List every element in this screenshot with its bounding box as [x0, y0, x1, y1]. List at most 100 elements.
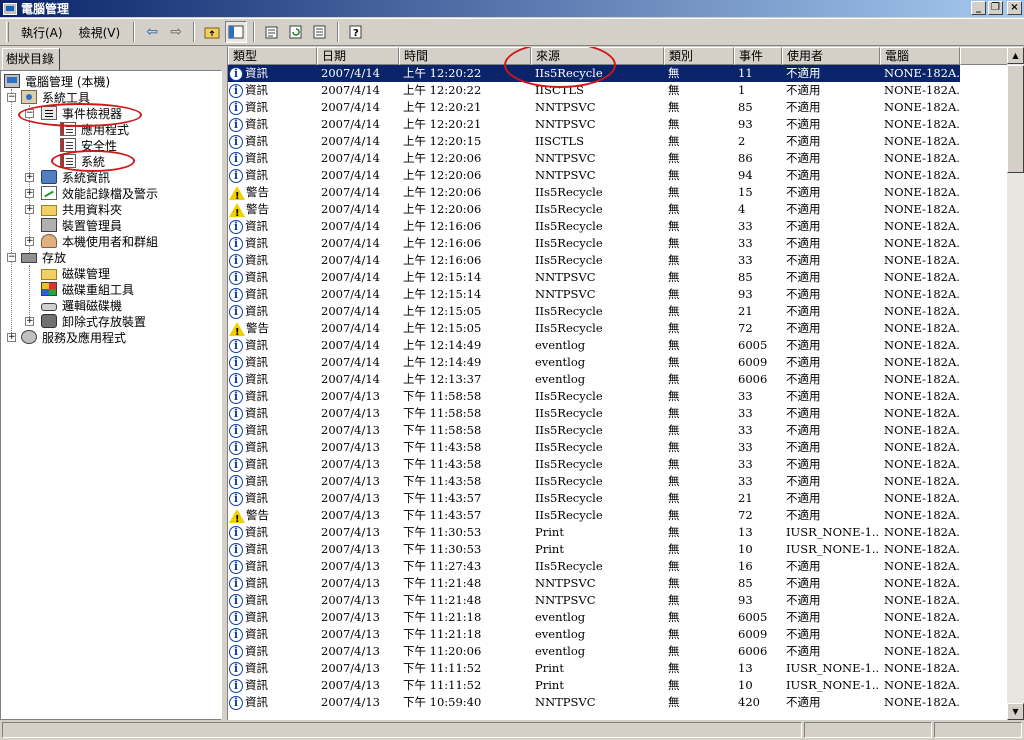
tree-item-local-users-groups[interactable]: 本機使用者和群組: [41, 233, 160, 249]
tree-item-storage[interactable]: 存放: [21, 249, 68, 265]
event-row[interactable]: i 資訊 2007/4/14 上午 12:15:14 NNTPSVC 無 93 不適用 NONE…: [228, 286, 1007, 303]
up-folder-icon[interactable]: [201, 21, 223, 43]
row-type-cell: i 資訊: [228, 354, 317, 371]
scroll-down-icon[interactable]: ▼: [1007, 703, 1024, 720]
event-row[interactable]: i 資訊 2007/4/13 下午 10:59:40 NNTPSVC 無 420 不適用 NON…: [228, 694, 1007, 711]
menu-action[interactable]: 執行(A): [13, 21, 71, 44]
event-row[interactable]: i 資訊 2007/4/13 下午 11:27:43 IIs5Recycle 無 16 不適用…: [228, 558, 1007, 575]
event-row[interactable]: i 資訊 2007/4/14 上午 12:20:06 NNTPSVC 無 86 不適用 NONE…: [228, 150, 1007, 167]
vertical-scrollbar[interactable]: ▲ ▼: [1007, 47, 1024, 720]
expand-system-info[interactable]: +: [25, 173, 34, 182]
row-type: 警告: [246, 321, 269, 335]
event-row[interactable]: i 資訊 2007/4/13 下午 11:11:52 Print 無 13 IUSR_NONE…: [228, 660, 1007, 677]
event-row[interactable]: i 資訊 2007/4/13 下午 11:43:58 IIs5Recycle 無 33 不適用…: [228, 439, 1007, 456]
event-row[interactable]: i 資訊 2007/4/14 上午 12:20:22 IISCTLS 無 1 不適用 NONE-…: [228, 82, 1007, 99]
event-row[interactable]: i 資訊 2007/4/13 下午 11:58:58 IIs5Recycle 無 33 不適用…: [228, 422, 1007, 439]
event-row[interactable]: 警告 2007/4/14 上午 12:20:06 IIs5Recycle 無 15 不適用 N…: [228, 184, 1007, 201]
tree-item-services-applications[interactable]: 服務及應用程式: [21, 329, 128, 345]
tree-item-shared-folders[interactable]: 共用資料夾: [41, 201, 124, 217]
event-row[interactable]: i 資訊 2007/4/14 上午 12:16:06 IIs5Recycle 無 33 不適用…: [228, 235, 1007, 252]
tree-item-event-viewer[interactable]: 事件檢視器: [41, 105, 124, 121]
column-header-computer[interactable]: 電腦: [880, 47, 960, 65]
event-row[interactable]: i 資訊 2007/4/13 下午 11:21:48 NNTPSVC 無 85 不適用 NONE…: [228, 575, 1007, 592]
collapse-event-viewer[interactable]: −: [25, 109, 34, 118]
tree-item-disk-defragmenter[interactable]: 磁碟重組工具: [41, 281, 136, 297]
tree-item-label: 系統: [79, 152, 108, 170]
row-time: 下午 11:43:57: [403, 508, 482, 522]
event-row[interactable]: i 資訊 2007/4/13 下午 11:21:18 eventlog 無 6005 不適用 N…: [228, 609, 1007, 626]
row-type-cell: i 資訊: [228, 643, 317, 660]
status-panel: [804, 722, 932, 738]
event-row[interactable]: 警告 2007/4/14 上午 12:15:05 IIs5Recycle 無 72 不適用 N…: [228, 320, 1007, 337]
row-category: 無: [668, 542, 680, 556]
event-row[interactable]: i 資訊 2007/4/13 下午 11:30:53 Print 無 13 IUSR_NONE…: [228, 524, 1007, 541]
tree-item-logical-drives[interactable]: 邏輯磁碟機: [41, 297, 124, 313]
expand-removable-storage[interactable]: +: [25, 317, 34, 326]
row-event-id: 33: [738, 236, 753, 250]
event-row[interactable]: i 資訊 2007/4/13 下午 11:21:18 eventlog 無 6009 不適用 N…: [228, 626, 1007, 643]
tree-item-system-log[interactable]: 系統: [60, 152, 108, 170]
tree-item-computer-management[interactable]: 電腦管理 (本機): [4, 73, 112, 89]
expand-services-applications[interactable]: +: [7, 333, 16, 342]
expand-shared-folders[interactable]: +: [25, 205, 34, 214]
event-row[interactable]: i 資訊 2007/4/13 下午 11:30:53 Print 無 10 IUSR_NONE…: [228, 541, 1007, 558]
column-header-event[interactable]: 事件: [734, 47, 782, 65]
menu-view[interactable]: 檢視(V): [71, 21, 129, 44]
column-header-date[interactable]: 日期: [317, 47, 399, 65]
event-row[interactable]: i 資訊 2007/4/13 下午 11:58:58 IIs5Recycle 無 33 不適用…: [228, 405, 1007, 422]
column-header-type[interactable]: 類型: [228, 47, 317, 65]
export-list-icon[interactable]: [309, 21, 331, 43]
tree-item-device-manager[interactable]: 裝置管理員: [41, 217, 124, 233]
event-row[interactable]: i 資訊 2007/4/14 上午 12:16:06 IIs5Recycle 無 33 不適用…: [228, 218, 1007, 235]
event-row[interactable]: i 資訊 2007/4/14 上午 12:14:49 eventlog 無 6009 不適用 N…: [228, 354, 1007, 371]
event-row[interactable]: i 資訊 2007/4/14 上午 12:15:14 NNTPSVC 無 85 不適用 NONE…: [228, 269, 1007, 286]
help-icon[interactable]: ?: [345, 21, 367, 43]
scroll-up-icon[interactable]: ▲: [1007, 47, 1024, 64]
column-header-time[interactable]: 時間: [399, 47, 531, 65]
row-event-id: 72: [738, 508, 753, 522]
show-hide-tree-icon[interactable]: [225, 21, 248, 43]
event-row[interactable]: 警告 2007/4/14 上午 12:20:06 IIs5Recycle 無 4 不適用 NO…: [228, 201, 1007, 218]
event-row[interactable]: i 資訊 2007/4/14 上午 12:20:15 IISCTLS 無 2 不適用 NONE-…: [228, 133, 1007, 150]
event-row[interactable]: i 資訊 2007/4/14 上午 12:14:49 eventlog 無 6005 不適用 N…: [228, 337, 1007, 354]
collapse-storage[interactable]: −: [7, 253, 16, 262]
event-row[interactable]: i 資訊 2007/4/13 下午 11:20:06 eventlog 無 6006 不適用 N…: [228, 643, 1007, 660]
event-row[interactable]: i 資訊 2007/4/14 上午 12:13:37 eventlog 無 6006 不適用 N…: [228, 371, 1007, 388]
column-header-user[interactable]: 使用者: [782, 47, 880, 65]
event-row[interactable]: i 資訊 2007/4/13 下午 11:43:58 IIs5Recycle 無 33 不適用…: [228, 473, 1007, 490]
event-row[interactable]: i 資訊 2007/4/13 下午 11:21:48 NNTPSVC 無 93 不適用 NONE…: [228, 592, 1007, 609]
tree-item-security-log[interactable]: 安全性: [60, 137, 119, 153]
event-row[interactable]: i 資訊 2007/4/14 上午 12:16:06 IIs5Recycle 無 33 不適用…: [228, 252, 1007, 269]
event-row[interactable]: i 資訊 2007/4/13 下午 11:58:58 IIs5Recycle 無 33 不適用…: [228, 388, 1007, 405]
expand-users-groups[interactable]: +: [25, 237, 34, 246]
event-row[interactable]: i 資訊 2007/4/14 上午 12:20:21 NNTPSVC 無 85 不適用 NONE…: [228, 99, 1007, 116]
event-row[interactable]: i 資訊 2007/4/13 下午 11:11:52 Print 無 10 IUSR_NONE…: [228, 677, 1007, 694]
event-row[interactable]: i 資訊 2007/4/14 上午 12:15:05 IIs5Recycle 無 21 不適用…: [228, 303, 1007, 320]
scroll-thumb[interactable]: [1007, 65, 1024, 173]
event-row[interactable]: i 資訊 2007/4/13 下午 11:43:57 IIs5Recycle 無 21 不適用…: [228, 490, 1007, 507]
row-type-cell: i 資訊: [228, 677, 317, 694]
tab-tree[interactable]: 樹狀目錄: [2, 48, 60, 70]
event-row[interactable]: i 資訊 2007/4/13 下午 11:43:58 IIs5Recycle 無 33 不適用…: [228, 456, 1007, 473]
column-header-category[interactable]: 類別: [664, 47, 734, 65]
properties-icon[interactable]: [261, 21, 283, 43]
restore-button[interactable]: ❐: [988, 1, 1003, 15]
expand-performance-logs[interactable]: +: [25, 189, 34, 198]
tree-item-system-tools[interactable]: 系統工具: [21, 89, 92, 105]
tree-item-system-info[interactable]: 系統資訊: [41, 169, 112, 185]
tree-item-disk-management[interactable]: 磁碟管理: [41, 265, 112, 281]
back-arrow-icon[interactable]: ⇦: [141, 21, 163, 43]
event-row[interactable]: i 資訊 2007/4/14 上午 12:20:21 NNTPSVC 無 93 不適用 NONE…: [228, 116, 1007, 133]
refresh-icon[interactable]: [285, 21, 307, 43]
collapse-system-tools[interactable]: −: [7, 93, 16, 102]
tree-item-application-log[interactable]: 應用程式: [60, 121, 131, 137]
tree-item-removable-storage[interactable]: 卸除式存放裝置: [41, 313, 148, 329]
event-row[interactable]: i 資訊 2007/4/14 上午 12:20:06 NNTPSVC 無 94 不適用 NONE…: [228, 167, 1007, 184]
close-button[interactable]: ×: [1007, 1, 1022, 15]
minimize-button[interactable]: _: [971, 1, 986, 15]
column-header-source[interactable]: 來源: [531, 47, 664, 65]
event-row[interactable]: i 資訊 2007/4/14 上午 12:20:22 IIs5Recycle 無 11 不適用…: [228, 65, 1007, 82]
forward-arrow-icon[interactable]: ⇨: [165, 21, 187, 43]
tree-item-performance-logs[interactable]: 效能記錄檔及警示: [41, 185, 160, 201]
event-row[interactable]: 警告 2007/4/13 下午 11:43:57 IIs5Recycle 無 72 不適用 N…: [228, 507, 1007, 524]
